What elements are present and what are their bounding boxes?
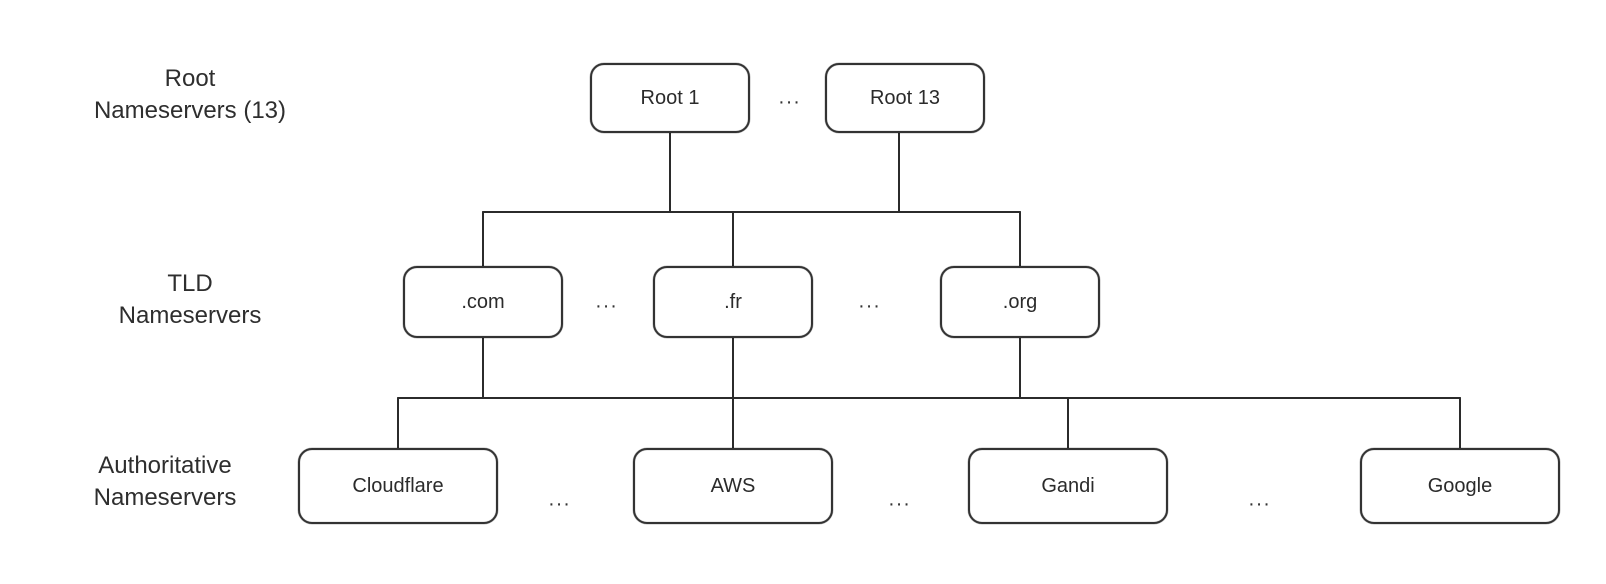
ellipsis-auth-2: ... [889,489,912,512]
ellipsis-tld-1: ... [596,291,619,314]
dns-hierarchy-diagram: Root Nameservers (13) TLD Nameservers Au… [0,0,1606,584]
node-auth-gandi: Gandi [968,448,1168,524]
node-auth-google: Google [1360,448,1560,524]
node-auth-aws: AWS [633,448,833,524]
node-auth-cloudflare: Cloudflare [298,448,498,524]
ellipsis-root: ... [779,87,802,110]
node-tld-com: .com [403,266,563,338]
node-root-1: Root 1 [590,63,750,133]
ellipsis-auth-3: ... [1249,489,1272,512]
row-label-root: Root Nameservers (13) [60,63,320,128]
row-label-tld: TLD Nameservers [90,268,290,333]
row-label-auth: Authoritative Nameservers [55,450,275,515]
ellipsis-auth-1: ... [549,489,572,512]
node-root-13: Root 13 [825,63,985,133]
ellipsis-tld-2: ... [859,291,882,314]
node-tld-fr: .fr [653,266,813,338]
node-tld-org: .org [940,266,1100,338]
